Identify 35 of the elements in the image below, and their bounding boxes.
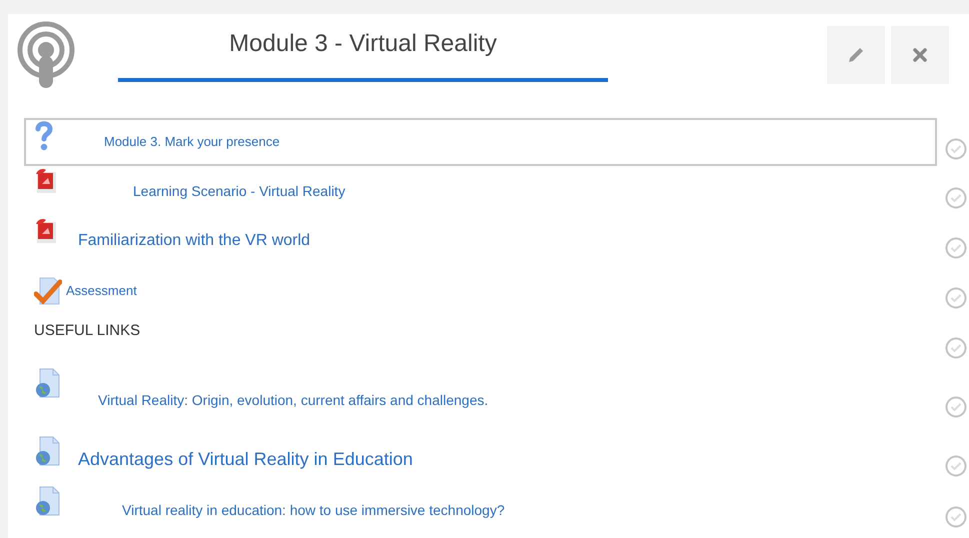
activity-link[interactable]: Familiarization with the VR world — [58, 229, 310, 253]
activity-row[interactable]: Module 3. Mark your presence — [24, 118, 937, 166]
module-title: Module 3 - Virtual Reality — [229, 29, 497, 59]
completion-check-icon[interactable] — [945, 287, 967, 309]
pdf-file-icon — [34, 168, 58, 194]
activity-link[interactable]: Virtual reality in education: how to use immersive technology? — [62, 500, 505, 520]
web-page-icon — [34, 486, 62, 516]
completion-check-icon[interactable] — [945, 455, 967, 477]
completion-check-icon[interactable] — [945, 187, 967, 209]
pencil-icon — [847, 46, 865, 64]
activity-row[interactable]: Assessment — [24, 266, 937, 316]
close-button[interactable] — [891, 26, 949, 84]
activity-row[interactable]: Familiarization with the VR world — [24, 216, 937, 266]
activity-link[interactable]: Module 3. Mark your presence — [54, 132, 280, 152]
section-heading: USEFUL LINKS — [33, 321, 142, 341]
close-icon — [913, 48, 927, 62]
activity-row[interactable]: Advantages of Virtual Reality in Education — [24, 434, 937, 484]
web-page-icon — [34, 436, 62, 466]
activity-link[interactable]: Advantages of Virtual Reality in Education — [62, 446, 413, 472]
completion-check-icon[interactable] — [945, 396, 967, 418]
activity-link[interactable]: Assessment — [62, 281, 137, 301]
completion-check-icon[interactable] — [945, 337, 967, 359]
question-mark-icon — [34, 120, 54, 152]
activity-link[interactable]: Virtual Reality: Origin, evolution, current affairs and challenges. — [62, 390, 488, 410]
completion-check-icon[interactable] — [945, 237, 967, 259]
pdf-file-icon — [34, 218, 58, 244]
checked-document-icon — [34, 276, 62, 306]
completion-check-icon[interactable] — [945, 506, 967, 528]
activity-link[interactable]: Learning Scenario - Virtual Reality — [58, 180, 346, 202]
edit-button[interactable] — [827, 26, 885, 84]
web-page-icon — [34, 368, 62, 398]
activity-row[interactable]: Virtual Reality: Origin, evolution, current affairs and challenges. — [24, 366, 937, 434]
completion-check-icon[interactable] — [945, 138, 967, 160]
activity-row[interactable]: Virtual reality in education: how to use immersive technology? — [24, 484, 937, 536]
activity-row[interactable]: Learning Scenario - Virtual Reality — [24, 166, 937, 216]
